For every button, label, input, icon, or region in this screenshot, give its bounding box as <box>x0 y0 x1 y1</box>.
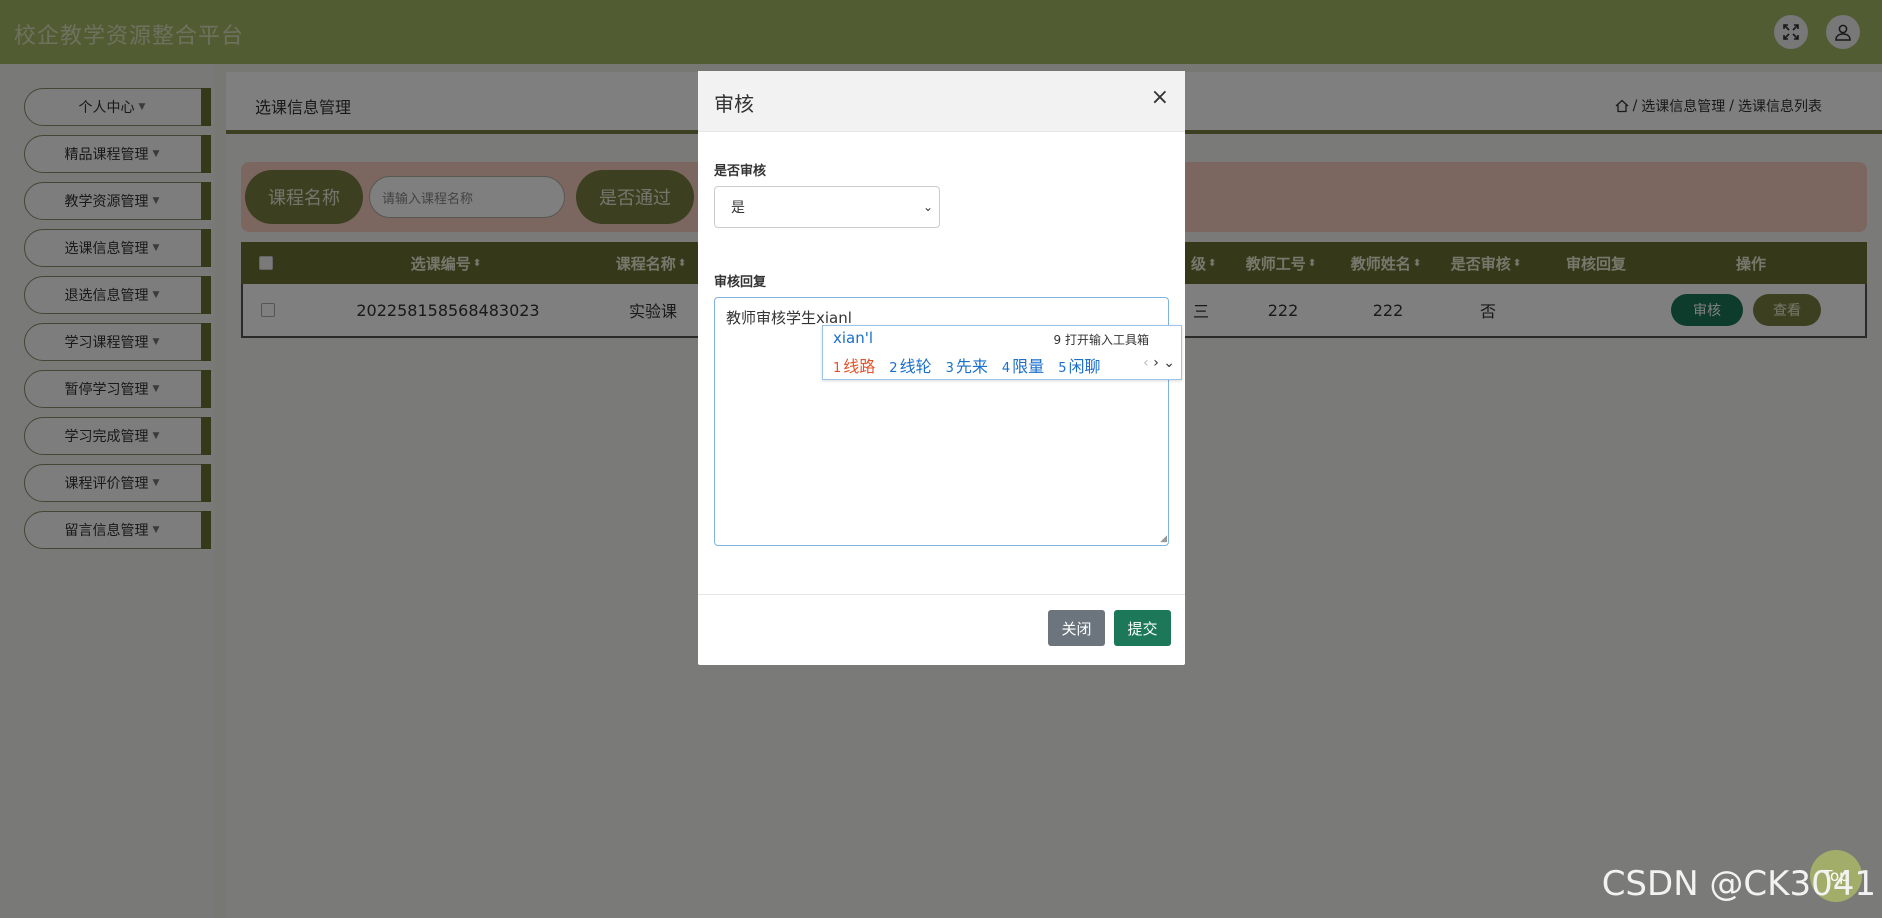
watermark: CSDN @CK3041 <box>1601 864 1876 904</box>
ime-toolbox-hint[interactable]: 9 打开输入工具箱 <box>1054 331 1149 348</box>
ime-candidate-window: xian'l 9 打开输入工具箱 1 线路 2 线轮 3 先来 4 限量 5 闲聊 ‹ ›… <box>822 325 1182 380</box>
ime-candidate[interactable]: 1 线路 <box>833 353 875 377</box>
audit-select[interactable]: 是 ⌄ <box>714 186 940 228</box>
chevron-down-icon: ⌄ <box>922 200 933 214</box>
close-button[interactable]: 关闭 <box>1048 610 1105 646</box>
audit-field-label: 是否审核 <box>714 164 767 179</box>
close-icon[interactable]: × <box>1151 85 1169 110</box>
audit-modal: 审核 × 是否审核 是 ⌄ 审核回复 教师审核学生xianl ◢ xian'l … <box>698 71 1185 665</box>
resize-grip-icon[interactable]: ◢ <box>1160 535 1167 544</box>
ime-candidate-list: 1 线路 2 线轮 3 先来 4 限量 5 闲聊 <box>833 353 1100 377</box>
expand-icon[interactable]: ⌄ <box>1163 355 1175 371</box>
modal-footer-divider <box>698 594 1185 595</box>
prev-page-icon[interactable]: ‹ <box>1143 355 1149 371</box>
ime-candidate[interactable]: 5 闲聊 <box>1058 353 1100 377</box>
reply-field-label: 审核回复 <box>714 275 767 290</box>
ime-candidate[interactable]: 4 限量 <box>1002 353 1044 377</box>
ime-candidate[interactable]: 2 线轮 <box>889 353 931 377</box>
ime-candidate[interactable]: 3 先来 <box>946 353 988 377</box>
next-page-icon[interactable]: › <box>1153 355 1159 371</box>
submit-button[interactable]: 提交 <box>1114 610 1171 646</box>
ime-composition: xian'l <box>833 329 874 347</box>
audit-select-value: 是 <box>731 200 745 216</box>
ime-page-nav[interactable]: ‹ › ⌄ <box>1143 355 1175 371</box>
modal-header: 审核 × <box>698 71 1185 132</box>
modal-title: 审核 <box>714 92 754 116</box>
